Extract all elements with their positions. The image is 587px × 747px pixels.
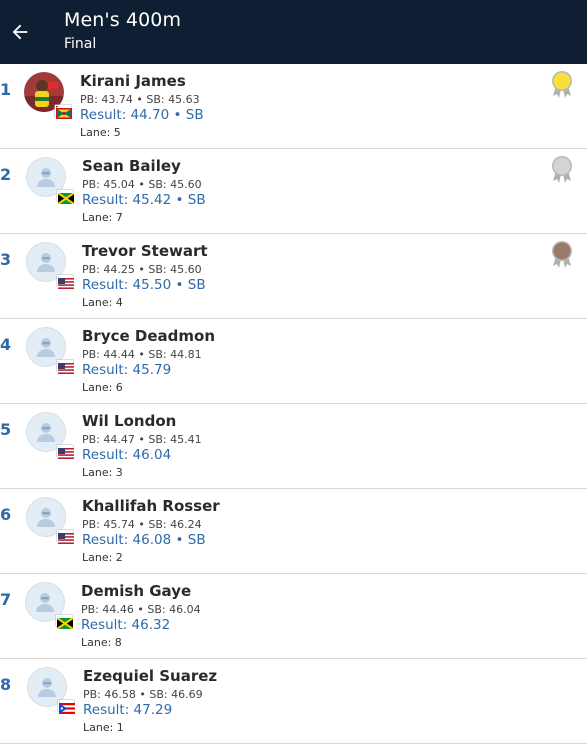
athlete-avatar [26, 327, 74, 374]
result-row[interactable]: 4 Bryce Deadmon PB: 44.44 • SB: 44.81 Resul… [0, 319, 587, 404]
result-row[interactable]: 5 Wil London PB: 44.47 • SB: 45.41 Result: … [0, 404, 587, 489]
athlete-name: Khallifah Rosser [82, 497, 220, 515]
personal-season-best: PB: 46.58 • SB: 46.69 [83, 688, 203, 701]
lane-number: Lane: 4 [82, 296, 123, 309]
grenada-flag-icon [55, 105, 72, 119]
result-row[interactable]: 3 Trevor Stewart PB: 44.25 • SB: 45.60 Resu… [0, 234, 587, 319]
app-header: Men's 400m Final [0, 0, 587, 64]
result-time: Result: 45.79 [82, 362, 172, 378]
personal-season-best: PB: 44.25 • SB: 45.60 [82, 263, 202, 276]
lane-number: Lane: 3 [82, 466, 123, 479]
personal-season-best: PB: 44.46 • SB: 46.04 [81, 603, 201, 616]
result-time: Result: 44.70 • SB [80, 107, 204, 123]
personal-season-best: PB: 43.74 • SB: 45.63 [80, 93, 200, 106]
personal-season-best: PB: 45.04 • SB: 45.60 [82, 178, 202, 191]
athlete-name: Ezequiel Suarez [83, 667, 218, 685]
bronze-medal-icon [550, 240, 574, 270]
result-time: Result: 47.29 [83, 702, 173, 718]
usa-flag-icon [57, 530, 74, 544]
back-button[interactable] [6, 18, 34, 46]
lane-number: Lane: 6 [82, 381, 123, 394]
rank-number: 8 [0, 675, 12, 694]
athlete-name: Kirani James [80, 72, 186, 90]
puerto-rico-flag-icon [58, 700, 75, 714]
result-row[interactable]: 2 Sean Bailey PB: 45.04 • SB: 45.60 Result:… [0, 149, 587, 234]
athlete-avatar [27, 667, 75, 714]
lane-number: Lane: 2 [82, 551, 123, 564]
lane-number: Lane: 7 [82, 211, 123, 224]
athlete-avatar [25, 582, 74, 630]
result-row[interactable]: 6 Khallifah Rosser PB: 45.74 • SB: 46.24 Re… [0, 489, 587, 574]
person-placeholder-icon [37, 508, 55, 527]
page-subtitle: Final [64, 36, 97, 52]
athlete-avatar [26, 242, 74, 289]
usa-flag-icon [57, 275, 74, 289]
result-time: Result: 45.42 • SB [82, 192, 206, 208]
jamaica-flag-icon [57, 190, 75, 205]
person-placeholder-icon [36, 593, 54, 612]
athlete-name: Sean Bailey [82, 157, 181, 175]
person-placeholder-icon [37, 168, 55, 187]
page-title: Men's 400m [64, 9, 182, 31]
athlete-avatar [26, 497, 74, 544]
result-row[interactable]: 7 Demish Gaye PB: 44.46 • SB: 46.04 Result:… [0, 574, 587, 659]
personal-season-best: PB: 44.47 • SB: 45.41 [82, 433, 202, 446]
gold-medal-icon [550, 70, 574, 100]
rank-number: 6 [0, 505, 12, 524]
lane-number: Lane: 8 [81, 636, 122, 649]
result-time: Result: 45.50 • SB [82, 277, 206, 293]
athlete-name: Trevor Stewart [82, 242, 208, 260]
personal-season-best: PB: 45.74 • SB: 46.24 [82, 518, 202, 531]
athlete-avatar [26, 412, 74, 459]
athlete-avatar [26, 157, 75, 205]
athlete-name: Bryce Deadmon [82, 327, 215, 345]
result-time: Result: 46.04 [82, 447, 172, 463]
rank-number: 1 [0, 80, 12, 99]
rank-number: 5 [0, 420, 12, 439]
rank-number: 7 [0, 590, 12, 609]
person-placeholder-icon [37, 253, 55, 272]
usa-flag-icon [57, 445, 74, 459]
lane-number: Lane: 1 [83, 721, 124, 734]
result-row[interactable]: 1 Kirani James PB: 43.74 • SB: 45.63 Result… [0, 64, 587, 149]
rank-number: 4 [0, 335, 12, 354]
results-list: 1 Kirani James PB: 43.74 • SB: 45.63 Result… [0, 64, 587, 744]
result-row[interactable]: 8 Ezequiel Suarez PB: 46.58 • SB: 46.69 Res… [0, 659, 587, 744]
lane-number: Lane: 5 [80, 126, 121, 139]
result-time: Result: 46.08 • SB [82, 532, 206, 548]
arrow-left-icon [12, 24, 28, 40]
person-placeholder-icon [37, 423, 55, 442]
rank-number: 3 [0, 250, 12, 269]
usa-flag-icon [57, 360, 74, 374]
person-placeholder-icon [37, 338, 55, 357]
jamaica-flag-icon [56, 615, 74, 630]
rank-number: 2 [0, 165, 12, 184]
athlete-name: Demish Gaye [81, 582, 192, 600]
athlete-name: Wil London [82, 412, 177, 430]
person-placeholder-icon [38, 678, 56, 697]
athlete-avatar [24, 72, 72, 119]
result-time: Result: 46.32 [81, 617, 171, 633]
silver-medal-icon [550, 155, 574, 185]
personal-season-best: PB: 44.44 • SB: 44.81 [82, 348, 202, 361]
